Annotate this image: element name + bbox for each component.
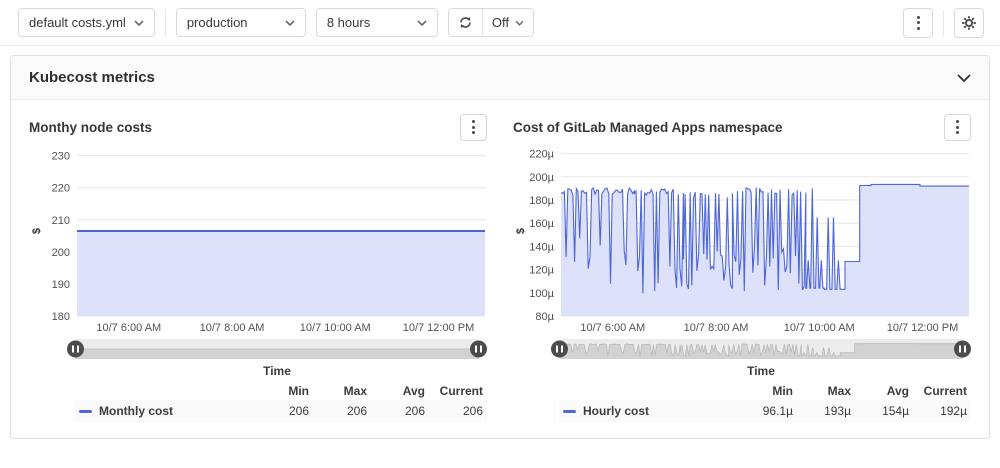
range-slider-preview	[559, 339, 963, 359]
legend-header-avg: Avg	[371, 380, 429, 400]
svg-text:10/7 12:00 PM: 10/7 12:00 PM	[403, 322, 475, 334]
toolbar-divider	[943, 10, 944, 36]
refresh-group: Off	[448, 8, 534, 37]
vertical-ellipsis-icon	[472, 120, 475, 134]
refresh-interval-value: Off	[492, 15, 509, 30]
legend-header-avg: Avg	[855, 380, 913, 400]
environment-value: production	[187, 15, 248, 30]
range-handle-right[interactable]	[470, 341, 487, 358]
time-range-value: 8 hours	[327, 15, 370, 30]
kubecost-panel: Kubecost metrics Monthy node costs 230 22…	[10, 55, 990, 439]
toolbar-divider	[165, 10, 166, 36]
series-current: 206	[429, 400, 487, 422]
dashboard-actions-kebab-button[interactable]	[903, 8, 933, 38]
range-slider-preview	[75, 339, 479, 359]
svg-text:200: 200	[52, 247, 70, 259]
refresh-button[interactable]	[449, 9, 483, 36]
gear-icon	[961, 15, 977, 31]
chart-title: Cost of GitLab Managed Apps namespace	[513, 120, 783, 135]
chart-kebab-button[interactable]	[460, 114, 487, 141]
legend-header-max: Max	[797, 380, 855, 400]
hourly-chart-range-slider[interactable]	[559, 339, 963, 359]
series-max: 206	[313, 400, 371, 422]
legend-header-min: Min	[739, 380, 797, 400]
series-max: 193µ	[797, 400, 855, 422]
svg-text:190: 190	[52, 279, 70, 291]
managed-apps-cost-chart[interactable]: 220µ 200µ 180µ 160µ 140µ 120µ 100µ 80µ 10/7 6:00…	[513, 144, 975, 336]
svg-text:$: $	[31, 228, 43, 234]
dashboard-file-value: default costs.yml	[29, 15, 126, 30]
svg-text:210: 210	[52, 215, 70, 227]
legend-row-monthly-cost[interactable]: Monthly cost 206 206 206 206	[75, 400, 487, 422]
chevron-down-icon	[417, 20, 427, 26]
legend-header-current: Current	[913, 380, 971, 400]
time-range-dropdown[interactable]: 8 hours	[316, 8, 438, 37]
svg-text:120µ: 120µ	[529, 265, 554, 277]
svg-text:10/7 6:00 AM: 10/7 6:00 AM	[96, 322, 161, 334]
legend-header-min: Min	[255, 380, 313, 400]
svg-text:140µ: 140µ	[529, 241, 554, 253]
kubecost-panel-header[interactable]: Kubecost metrics	[11, 56, 989, 100]
chevron-down-icon[interactable]	[957, 74, 971, 82]
svg-text:220: 220	[52, 183, 70, 195]
series-avg: 154µ	[855, 400, 913, 422]
chart-kebab-button[interactable]	[944, 114, 971, 141]
chart-title: Monthy node costs	[29, 120, 152, 135]
chevron-down-icon	[285, 20, 295, 26]
series-name: Monthly cost	[99, 404, 173, 418]
svg-text:180: 180	[52, 311, 70, 323]
svg-text:100µ: 100µ	[529, 288, 554, 300]
series-color-dash	[79, 410, 92, 413]
monthly-chart-range-slider[interactable]	[75, 339, 479, 359]
chevron-down-icon	[134, 20, 144, 26]
vertical-ellipsis-icon	[917, 16, 920, 30]
x-axis-title: Time	[75, 364, 479, 378]
svg-text:10/7 8:00 AM: 10/7 8:00 AM	[684, 322, 749, 334]
series-min: 206	[255, 400, 313, 422]
legend-row-hourly-cost[interactable]: Hourly cost 96.1µ 193µ 154µ 192µ	[559, 400, 971, 422]
svg-text:$: $	[515, 228, 527, 234]
series-current: 192µ	[913, 400, 971, 422]
panel-body: Monthy node costs 230 220 210 200 190 180 10/7…	[11, 100, 989, 438]
series-avg: 206	[371, 400, 429, 422]
chart-legend: Min Max Avg Current Monthly cost 206 206…	[75, 380, 487, 422]
panel-title: Kubecost metrics	[29, 69, 155, 86]
range-handle-left[interactable]	[67, 341, 84, 358]
svg-text:80µ: 80µ	[535, 311, 554, 323]
vertical-ellipsis-icon	[956, 120, 959, 134]
legend-header-current: Current	[429, 380, 487, 400]
svg-text:10/7 10:00 AM: 10/7 10:00 AM	[300, 322, 371, 334]
refresh-interval-dropdown[interactable]: Off	[483, 9, 533, 36]
svg-text:220µ: 220µ	[529, 149, 554, 161]
dashboard-file-dropdown[interactable]: default costs.yml	[18, 8, 155, 37]
x-axis-title: Time	[559, 364, 963, 378]
series-color-dash	[563, 410, 576, 413]
svg-text:180µ: 180µ	[529, 195, 554, 207]
chart-card-gitlab-managed-apps-cost: Cost of GitLab Managed Apps namespace 22…	[513, 104, 971, 422]
svg-text:10/7 12:00 PM: 10/7 12:00 PM	[887, 322, 959, 334]
dashboard-toolbar: default costs.yml production 8 hours Off	[0, 0, 1000, 46]
svg-text:10/7 6:00 AM: 10/7 6:00 AM	[580, 322, 645, 334]
dashboard-settings-button[interactable]	[954, 8, 984, 38]
refresh-icon	[458, 15, 473, 30]
svg-text:200µ: 200µ	[529, 172, 554, 184]
chart-card-monthly-node-costs: Monthy node costs 230 220 210 200 190 180 10/7…	[29, 104, 487, 422]
svg-text:160µ: 160µ	[529, 218, 554, 230]
range-handle-left[interactable]	[551, 341, 568, 358]
monthly-node-costs-chart[interactable]: 230 220 210 200 190 180 10/7 6:00 AM 10/7 8:00 …	[29, 144, 491, 336]
legend-header-max: Max	[313, 380, 371, 400]
environment-dropdown[interactable]: production	[176, 8, 306, 37]
svg-text:230: 230	[52, 151, 70, 163]
svg-text:10/7 10:00 AM: 10/7 10:00 AM	[784, 322, 855, 334]
svg-text:10/7 8:00 AM: 10/7 8:00 AM	[200, 322, 265, 334]
chart-legend: Min Max Avg Current Hourly cost 96.1µ 19…	[559, 380, 971, 422]
series-name: Hourly cost	[583, 404, 649, 418]
range-handle-right[interactable]	[954, 341, 971, 358]
series-min: 96.1µ	[739, 400, 797, 422]
chevron-down-icon	[515, 20, 524, 26]
